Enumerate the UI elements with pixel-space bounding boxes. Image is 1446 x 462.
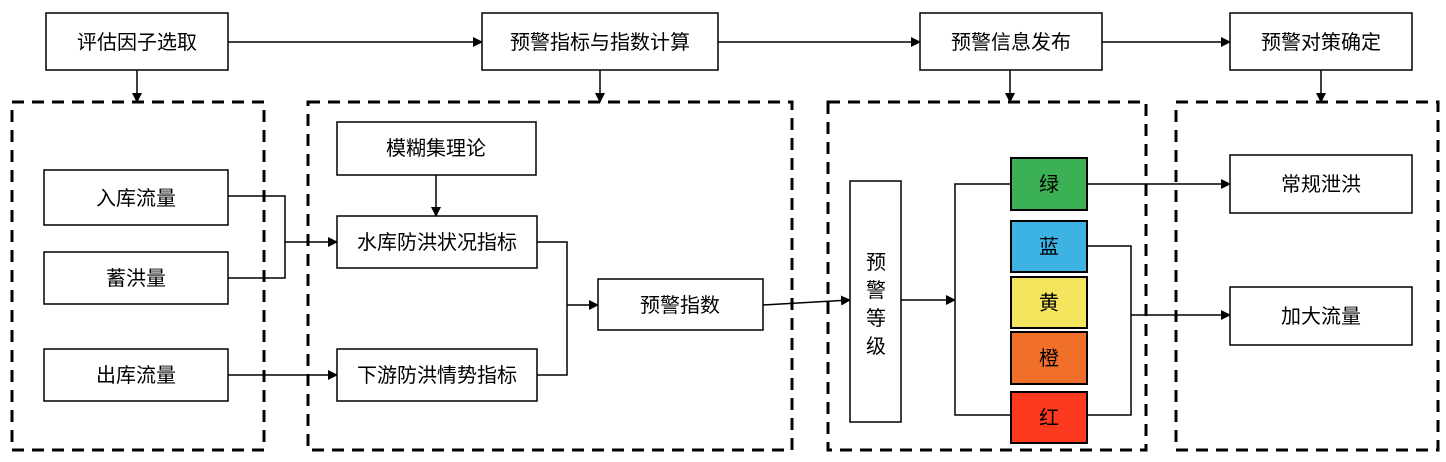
measure-label: 常规泄洪: [1281, 172, 1361, 196]
stage-index-calculation: 预警指标与指数计算: [481, 12, 719, 71]
warning-level-char: 级: [866, 334, 886, 358]
measure-label: 加大流量: [1281, 304, 1361, 328]
measure-increase-flow: 加大流量: [1229, 286, 1413, 346]
level-label: 橙: [1039, 346, 1059, 370]
factor-label: 蓄洪量: [106, 266, 166, 290]
level-box-3: 橙: [1010, 331, 1088, 385]
indicator-downstream: 下游防洪情势指标: [336, 348, 538, 402]
level-box-4: 红: [1010, 391, 1088, 444]
level-label: 黄: [1039, 291, 1059, 315]
warning-level: 预 警 等 级: [849, 180, 902, 423]
level-label: 红: [1039, 406, 1059, 430]
indicator-label: 水库防洪状况指标: [357, 230, 517, 254]
connectors: [132, 37, 1326, 416]
level-label: 绿: [1039, 172, 1059, 196]
theory-label: 模糊集理论: [386, 136, 486, 160]
stage-factor-selection: 评估因子选取: [45, 12, 229, 71]
factor-label: 入库流量: [96, 186, 176, 210]
factor-inflow: 入库流量: [43, 169, 229, 226]
indicator-label: 下游防洪情势指标: [357, 363, 517, 387]
level-box-2: 黄: [1010, 276, 1088, 329]
warning-level-char: 等: [866, 306, 886, 330]
stage-info-release: 预警信息发布: [919, 12, 1103, 71]
level-label: 蓝: [1039, 235, 1059, 259]
stage-measure-decision: 预警对策确定: [1229, 12, 1413, 71]
warning-index-label: 预警指数: [640, 293, 720, 317]
stage-label: 预警信息发布: [951, 30, 1071, 54]
indicator-reservoir: 水库防洪状况指标: [336, 215, 538, 269]
stage-label: 预警对策确定: [1261, 30, 1381, 54]
measure-group: [1174, 100, 1440, 452]
level-boxes: 绿蓝黄橙红: [1010, 157, 1088, 444]
warning-level-char: 预: [866, 250, 886, 274]
flood-warning-diagram: 评估因子选取 预警指标与指数计算 预警信息发布 预警对策确定 入库流量 蓄洪量 …: [10, 12, 1440, 452]
warning-level-char: 警: [866, 278, 886, 302]
stage-label: 预警指标与指数计算: [510, 30, 690, 54]
stage-label: 评估因子选取: [77, 30, 197, 54]
factor-outflow: 出库流量: [43, 348, 229, 402]
factor-label: 出库流量: [96, 363, 176, 387]
level-box-0: 绿: [1010, 157, 1088, 211]
factor-storage: 蓄洪量: [43, 251, 229, 305]
measure-normal-discharge: 常规泄洪: [1229, 154, 1413, 214]
warning-index: 预警指数: [597, 278, 764, 331]
level-box-1: 蓝: [1010, 220, 1088, 273]
fuzzy-set-theory: 模糊集理论: [336, 121, 537, 176]
